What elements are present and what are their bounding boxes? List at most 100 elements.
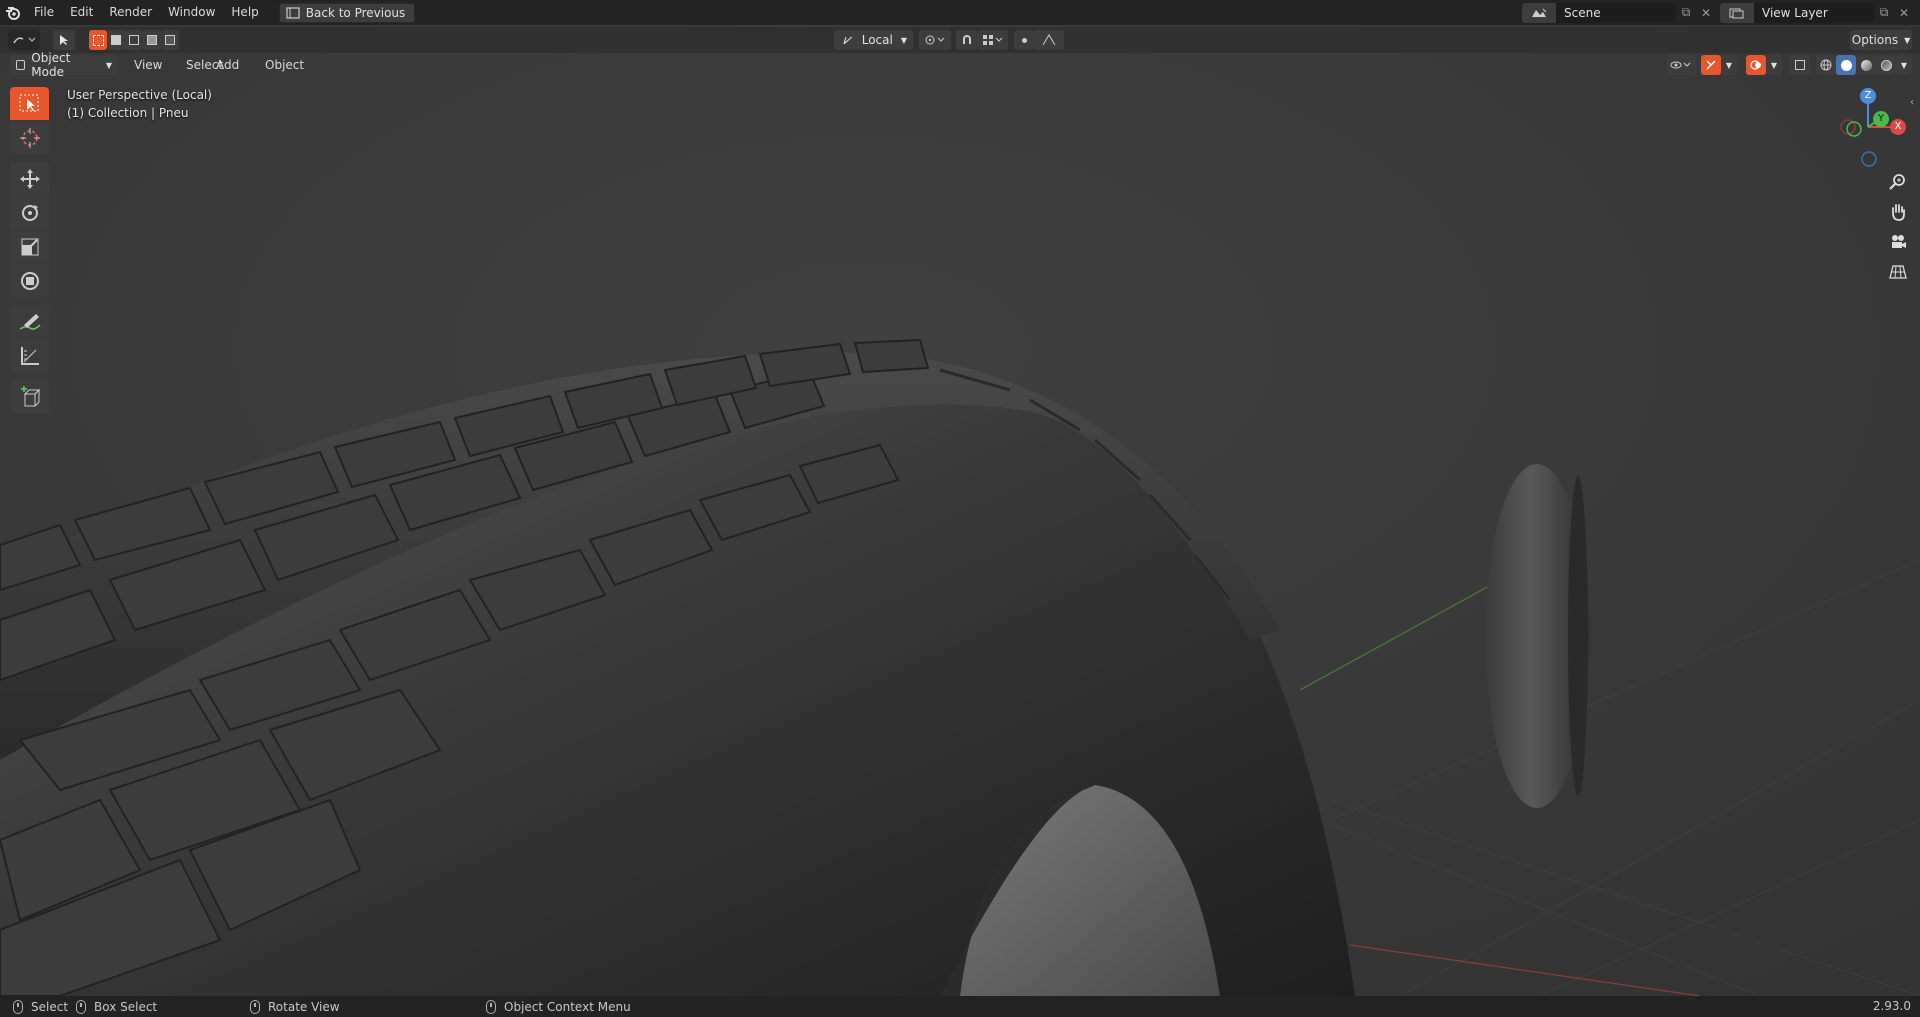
shading-solid-icon[interactable] xyxy=(1836,55,1856,75)
select-tool-icon[interactable] xyxy=(53,30,75,50)
delete-scene-icon[interactable]: ✕ xyxy=(1696,3,1716,23)
transform-orientation-dropdown[interactable]: Local ▼ xyxy=(834,30,913,50)
mouse-right-icon xyxy=(486,999,496,1014)
menu-file[interactable]: File xyxy=(26,0,62,25)
local-axes-icon xyxy=(843,36,853,45)
show-gizmo-icon[interactable] xyxy=(1701,55,1721,75)
view-layer-name-field[interactable]: View Layer xyxy=(1754,6,1874,20)
visibility-selectability-icon[interactable] xyxy=(1666,55,1696,75)
scale-tool[interactable] xyxy=(10,230,49,263)
top-menu-bar: File Edit Render Window Help Back to Pre… xyxy=(0,0,1920,25)
move-tool[interactable] xyxy=(10,162,49,195)
scene-icon[interactable] xyxy=(1522,2,1556,23)
view-layer-icon[interactable] xyxy=(1720,2,1754,23)
annotate-icon xyxy=(19,313,41,330)
status-box-select-label: Box Select xyxy=(94,999,158,1014)
screen-icon xyxy=(286,6,300,19)
show-overlays-icon[interactable] xyxy=(1746,55,1766,75)
blender-logo-icon[interactable] xyxy=(0,0,26,25)
back-to-previous-label: Back to Previous xyxy=(305,5,406,20)
object-mode-icon xyxy=(16,60,26,70)
menu-edit[interactable]: Edit xyxy=(62,0,101,25)
add-cube-tool[interactable] xyxy=(10,380,49,413)
view-menu[interactable]: View xyxy=(128,56,168,74)
viewport-scene[interactable] xyxy=(0,0,1920,996)
camera-view-icon[interactable] xyxy=(1883,228,1913,256)
cursor-icon xyxy=(19,127,40,148)
select-mode-new-icon[interactable] xyxy=(89,30,107,50)
scale-icon xyxy=(21,238,38,255)
menu-render[interactable]: Render xyxy=(101,0,160,25)
gizmo-options-dropdown[interactable]: ▼ xyxy=(1721,55,1737,75)
gizmo-x-label: X xyxy=(1894,121,1902,132)
mouse-middle-icon xyxy=(250,999,260,1014)
perspective-toggle-icon[interactable] xyxy=(1883,258,1913,286)
add-cube-icon xyxy=(20,385,40,406)
measure-tool[interactable] xyxy=(10,339,49,372)
scene-name-field[interactable]: Scene xyxy=(1556,6,1676,20)
new-scene-icon[interactable]: ⧉ xyxy=(1676,3,1696,23)
status-context-menu: Object Context Menu xyxy=(486,999,631,1014)
version-label: 2.93.0 xyxy=(1872,999,1911,1013)
3d-viewport[interactable] xyxy=(0,0,1920,996)
viewport-info: User Perspective (Local) (1) Collection … xyxy=(67,86,212,122)
select-box-tool[interactable] xyxy=(10,87,49,120)
scene-selector[interactable]: Scene ⧉ ✕ xyxy=(1522,2,1716,23)
cursor-tool[interactable] xyxy=(10,121,49,154)
pan-hand-icon[interactable] xyxy=(1883,198,1913,226)
zoom-icon[interactable] xyxy=(1883,168,1913,196)
sidebar-toggle-icon[interactable]: ‹ xyxy=(1904,88,1920,116)
shading-wireframe-icon[interactable] xyxy=(1816,55,1836,75)
status-bar: Select Box Select Rotate View Object Con… xyxy=(0,996,1920,1017)
menu-help[interactable]: Help xyxy=(223,0,266,25)
status-rotate-view: Rotate View xyxy=(250,999,340,1014)
falloff-curve-icon[interactable] xyxy=(1034,30,1064,50)
object-menu[interactable]: Object xyxy=(259,56,310,74)
mouse-left-icon xyxy=(13,999,23,1014)
select-box-icon xyxy=(19,94,38,111)
snap-toggle-icon[interactable] xyxy=(956,30,978,50)
status-rotate-view-label: Rotate View xyxy=(268,999,340,1014)
transform-tool[interactable] xyxy=(10,264,49,297)
select-mode-extend-icon[interactable] xyxy=(107,30,125,50)
gizmo-z-label: Z xyxy=(1864,90,1872,101)
gizmo-y-label: Y xyxy=(1877,113,1885,124)
xray-toggle-icon[interactable] xyxy=(1790,55,1810,75)
overlays-options-dropdown[interactable]: ▼ xyxy=(1766,55,1782,75)
proportional-editing-icon[interactable] xyxy=(1014,30,1034,50)
options-label: Options xyxy=(1851,33,1899,47)
select-mode-subtract-icon[interactable] xyxy=(125,30,143,50)
transform-orientation-value: Local xyxy=(861,33,893,47)
pivot-point-icon[interactable] xyxy=(919,30,951,50)
rotate-tool[interactable] xyxy=(10,196,49,229)
measure-icon xyxy=(20,346,39,365)
new-view-layer-icon[interactable]: ⧉ xyxy=(1874,3,1894,23)
gizmo-z-axis[interactable]: Z xyxy=(1860,88,1876,104)
delete-view-layer-icon[interactable]: ✕ xyxy=(1894,3,1914,23)
status-context-menu-label: Object Context Menu xyxy=(504,999,631,1014)
mouse-drag-icon xyxy=(76,999,86,1014)
chevron-down-icon: ▼ xyxy=(1904,35,1911,45)
shading-material-icon[interactable] xyxy=(1856,55,1876,75)
tool-settings-header: Local ▼ Options ▼ xyxy=(0,27,1920,53)
options-dropdown[interactable]: Options ▼ xyxy=(1850,30,1912,50)
menu-window[interactable]: Window xyxy=(160,0,223,25)
editor-type-icon[interactable] xyxy=(8,30,40,50)
gizmo-y-axis[interactable]: Y xyxy=(1873,111,1889,127)
gizmo-x-axis[interactable]: X xyxy=(1890,119,1906,135)
status-box-select: Box Select xyxy=(76,999,157,1014)
chevron-down-icon: ▼ xyxy=(900,35,907,45)
mode-dropdown[interactable]: Object Mode ▼ xyxy=(10,51,118,79)
shading-options-dropdown[interactable]: ▼ xyxy=(1896,55,1912,75)
transform-icon xyxy=(20,271,39,290)
annotate-tool[interactable] xyxy=(10,305,49,338)
snap-target-icon[interactable] xyxy=(978,30,1008,50)
add-menu[interactable]: Add xyxy=(210,56,245,74)
perspective-label: User Perspective (Local) xyxy=(67,88,212,102)
shading-rendered-icon[interactable] xyxy=(1876,55,1896,75)
select-mode-invert-icon[interactable] xyxy=(143,30,161,50)
view-layer-selector[interactable]: View Layer ⧉ ✕ xyxy=(1720,2,1914,23)
status-select: Select xyxy=(13,999,68,1014)
back-to-previous-button[interactable]: Back to Previous xyxy=(278,2,416,23)
select-mode-intersect-icon[interactable] xyxy=(161,30,179,50)
